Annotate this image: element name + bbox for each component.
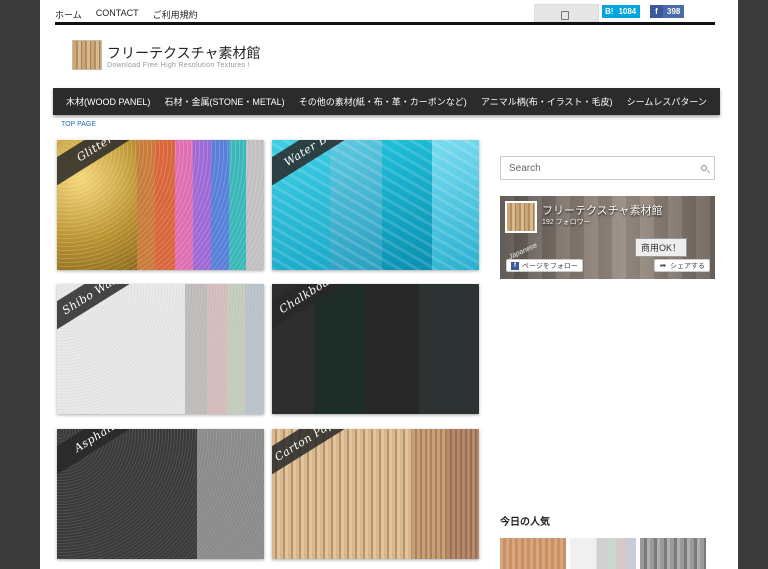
facebook-share-button[interactable]: f 398 (650, 5, 685, 18)
facebook-followers: 192 フォロワー (542, 219, 591, 226)
main-nav-item-wood[interactable]: 木材(WOOD PANEL) (66, 95, 150, 108)
search-icon[interactable] (701, 165, 707, 171)
main-nav-item-other[interactable]: その他の素材(紙・布・革・カーボンなど) (299, 95, 467, 108)
page: ホーム CONTACT ご利用規約 B! 1084 f 398 フリーテクスチャ… (40, 0, 738, 569)
facebook-page-widget[interactable]: フリーテクスチャ素材館 192 フォロワー Japanese 商用OK！ f ペ… (500, 196, 715, 279)
main-nav-item-stone-metal[interactable]: 石材・金属(STONE・METAL) (165, 95, 285, 108)
share-label: シェアする (670, 262, 705, 270)
follow-label: ページをフォロー (522, 262, 578, 270)
pocket-button[interactable] (534, 4, 599, 22)
hatena-count: 1084 (616, 5, 641, 18)
breadcrumb[interactable]: TOP PAGE (61, 121, 96, 128)
hatena-bookmark-button[interactable]: B! 1084 (602, 5, 641, 18)
tile-asphalt[interactable]: Asphalt Pattern set (57, 429, 264, 559)
facebook-icon: f (511, 261, 519, 270)
pocket-icon (561, 11, 569, 20)
facebook-page-name[interactable]: フリーテクスチャ素材館 (542, 202, 663, 218)
hatena-icon: B! (602, 5, 617, 18)
tile-shibo-washi[interactable]: Shibo Washi Pattern set (57, 284, 264, 414)
commercial-ok-stamp: 商用OK！ (635, 238, 687, 257)
site-subtitle: Download Free High Resolution Textures ! (107, 62, 250, 69)
site-logo[interactable] (72, 40, 102, 70)
nav-terms-link[interactable]: ご利用規約 (153, 8, 198, 21)
facebook-share-page-button[interactable]: ➦ シェアする (654, 259, 710, 272)
popular-thumb-1[interactable] (500, 538, 566, 569)
search-input[interactable]: Search (500, 156, 715, 180)
search-placeholder: Search (509, 163, 541, 174)
main-nav-item-seamless[interactable]: シームレスパターン (627, 95, 707, 108)
top-divider (55, 22, 715, 25)
popular-thumb-2[interactable] (570, 538, 636, 569)
nav-home-link[interactable]: ホーム (55, 8, 82, 21)
facebook-follow-button[interactable]: f ページをフォロー (506, 259, 583, 272)
top-bar: ホーム CONTACT ご利用規約 B! 1084 f 398 (40, 0, 738, 26)
popular-heading: 今日の人気 (500, 517, 550, 528)
top-nav: ホーム CONTACT ご利用規約 (55, 8, 198, 21)
facebook-page-avatar[interactable] (505, 201, 537, 233)
tile-carton-paper[interactable]: Carton Paper Pattern set (272, 429, 479, 559)
nav-contact-link[interactable]: CONTACT (96, 8, 139, 21)
main-nav: 木材(WOOD PANEL) 石材・金属(STONE・METAL) その他の素材… (53, 88, 720, 115)
tile-water[interactable]: Water BG Pattern set (272, 140, 479, 270)
facebook-count: 398 (663, 5, 685, 18)
share-arrow-icon: ➦ (659, 261, 667, 270)
site-title[interactable]: フリーテクスチャ素材館 (107, 43, 260, 63)
main-nav-item-animal[interactable]: アニマル柄(布・イラスト・毛皮) (481, 95, 613, 108)
popular-thumb-3[interactable] (640, 538, 706, 569)
tile-glitter[interactable]: Glitter Pattern set (57, 140, 264, 270)
facebook-icon: f (650, 5, 663, 18)
tile-chalkboard[interactable]: Chalkboard Pattern set (272, 284, 479, 414)
